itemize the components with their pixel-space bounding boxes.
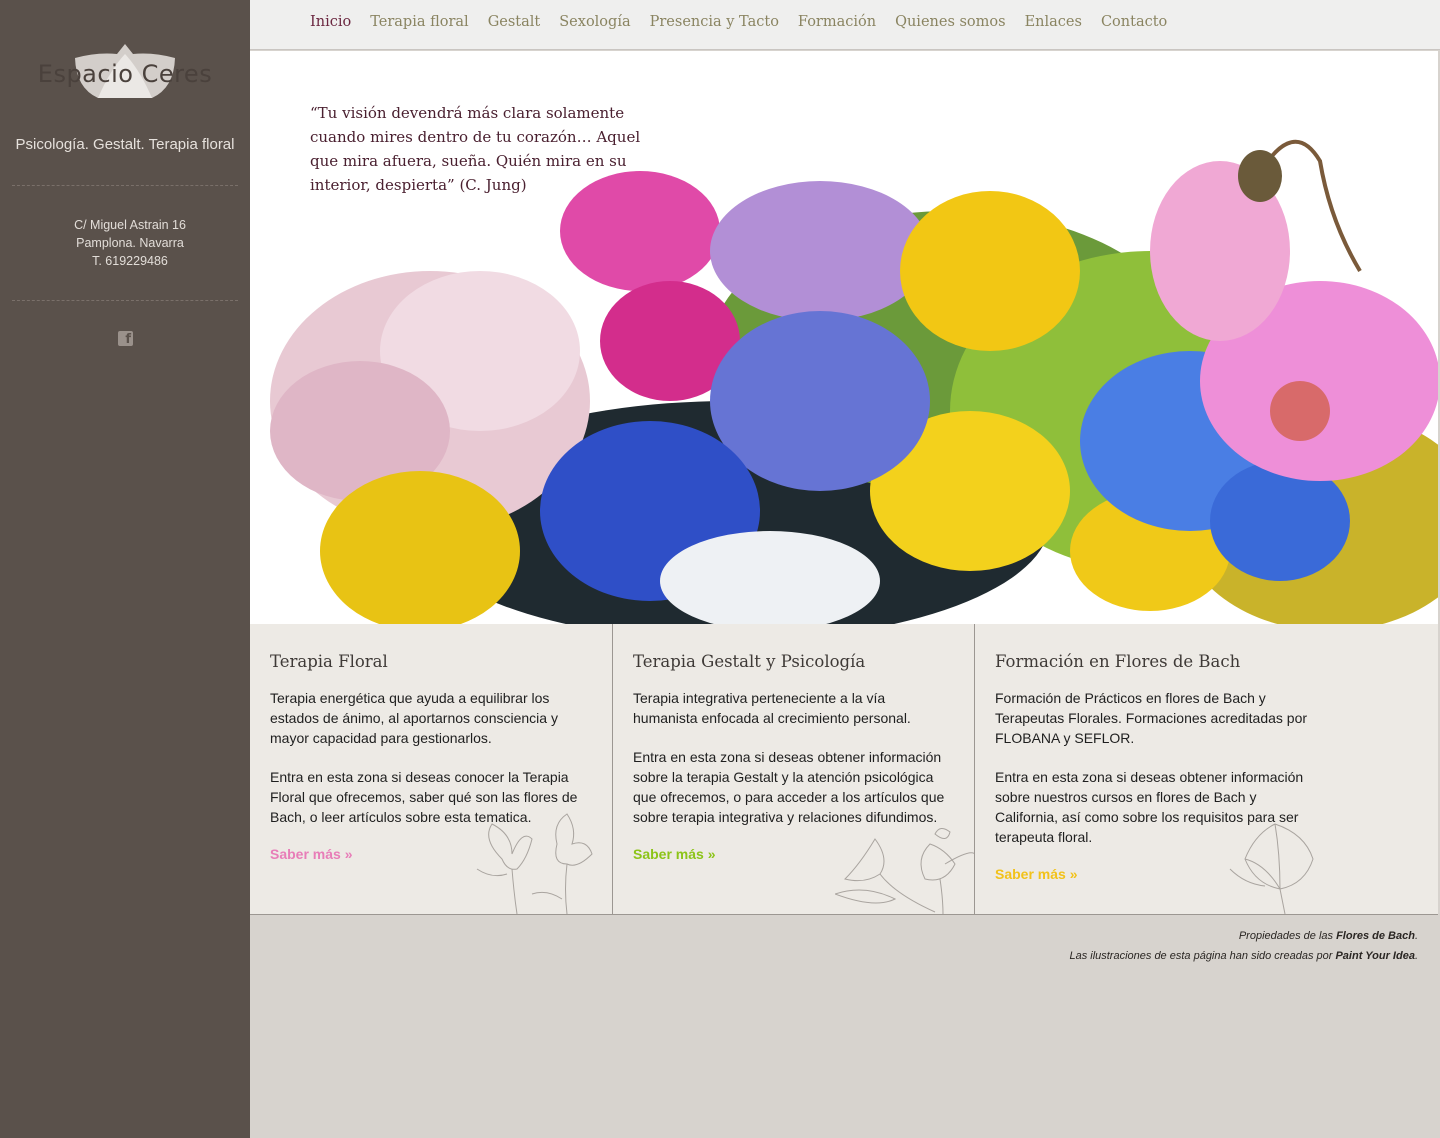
saber-mas-link[interactable]: Saber más » bbox=[270, 846, 353, 862]
hero-quote: “Tu visión devendrá más clara solamente … bbox=[310, 104, 641, 194]
credit-line: Las ilustraciones de esta página han sid… bbox=[1069, 946, 1418, 966]
nav-item[interactable]: Gestalt bbox=[488, 14, 541, 30]
card-text: Terapia integrativa perteneciente a la v… bbox=[633, 690, 911, 726]
feature-cards: Terapia Floral Terapia energética que ay… bbox=[250, 624, 1438, 915]
flower-sketch-icon bbox=[476, 813, 593, 914]
credit-text: Propiedades de las bbox=[1238, 930, 1337, 942]
address-city: Pamplona. Navarra bbox=[76, 236, 184, 250]
divider bbox=[12, 300, 238, 301]
address-phone: T. 619229486 bbox=[92, 254, 168, 268]
credit-text: . bbox=[1414, 930, 1418, 942]
card-title: Terapia Floral bbox=[270, 652, 388, 671]
logo-name: Espacio Ceres bbox=[37, 60, 213, 88]
divider bbox=[12, 185, 238, 186]
card-terapia-floral: Terapia Floral Terapia energética que ay… bbox=[250, 624, 612, 914]
paint-your-idea-link[interactable]: Paint Your Idea bbox=[1335, 950, 1414, 962]
credit-line: Propiedades de las Flores de Bach. bbox=[1069, 926, 1418, 946]
flower-sketch-icon bbox=[1229, 823, 1314, 914]
credit-text: Las ilustraciones de esta página han sid… bbox=[1069, 950, 1336, 962]
nav-item[interactable]: Enlaces bbox=[1025, 14, 1082, 30]
card-text: Formación de Prácticos en flores de Bach… bbox=[995, 690, 1308, 746]
hero: “Tu visión devendrá más clara solamente … bbox=[250, 51, 1438, 624]
card-text: Entra en esta zona si deseas obtener inf… bbox=[633, 749, 945, 825]
nav-item[interactable]: Inicio bbox=[310, 14, 351, 30]
facebook-icon[interactable]: f bbox=[118, 331, 133, 346]
credit-text: . bbox=[1414, 950, 1418, 962]
card-text: Terapia energética que ayuda a equilibra… bbox=[270, 690, 558, 746]
address-street: C/ Miguel Astrain 16 bbox=[74, 218, 186, 232]
flores-de-bach-link[interactable]: Flores de Bach bbox=[1336, 930, 1415, 942]
nav-item[interactable]: Presencia y Tacto bbox=[650, 14, 779, 30]
footer-credits: Propiedades de las Flores de Bach. Las i… bbox=[1069, 926, 1418, 966]
card-formacion: Formación en Flores de Bach Formación de… bbox=[974, 624, 1438, 914]
saber-mas-link[interactable]: Saber más » bbox=[995, 866, 1078, 882]
nav-list: Inicio Terapia floral Gestalt Sexología Pres… bbox=[310, 14, 1186, 30]
flower-sketch-icon bbox=[835, 828, 974, 914]
sidebar: Espacio Ceres Psicología. Gestalt. Terap… bbox=[0, 0, 250, 1138]
nav-item[interactable]: Contacto bbox=[1101, 14, 1167, 30]
nav-item[interactable]: Formación bbox=[798, 14, 876, 30]
nav-item[interactable]: Quienes somos bbox=[895, 14, 1006, 30]
card-title: Formación en Flores de Bach bbox=[995, 652, 1241, 671]
top-nav: Inicio Terapia floral Gestalt Sexología Pres… bbox=[250, 0, 1440, 50]
tagline: Psicología. Gestalt. Terapia floral bbox=[15, 136, 235, 153]
nav-item[interactable]: Terapia floral bbox=[370, 14, 469, 30]
card-title: Terapia Gestalt y Psicología bbox=[633, 652, 866, 671]
address: C/ Miguel Astrain 16 Pamplona. Navarra T… bbox=[0, 216, 260, 270]
card-gestalt: Terapia Gestalt y Psicología Terapia int… bbox=[612, 624, 974, 914]
saber-mas-link[interactable]: Saber más » bbox=[633, 846, 716, 862]
nav-item[interactable]: Sexología bbox=[559, 14, 630, 30]
